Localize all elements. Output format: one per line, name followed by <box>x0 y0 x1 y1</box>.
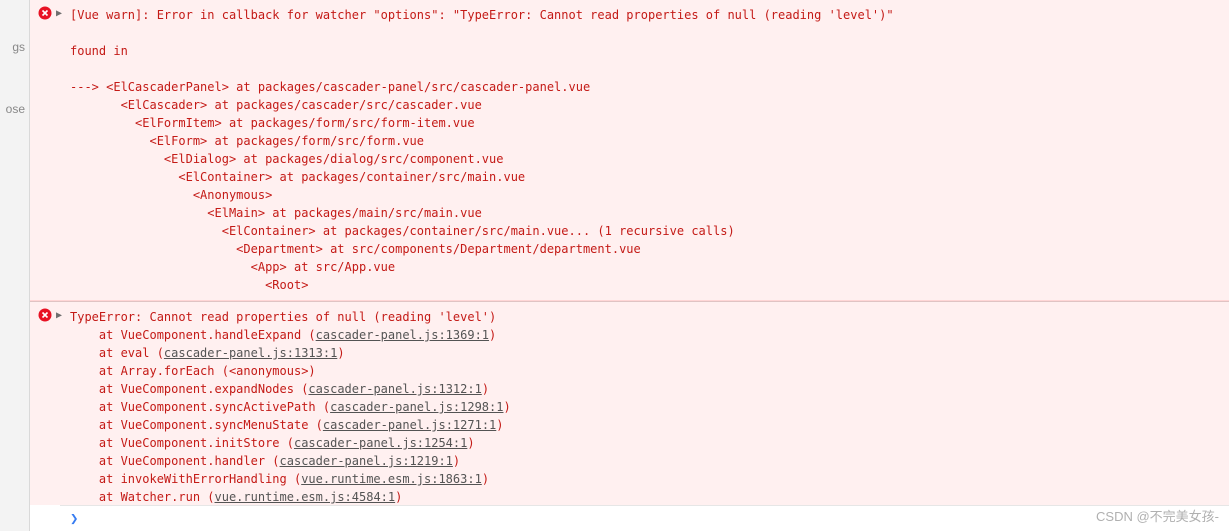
source-link[interactable]: cascader-panel.js:1254:1 <box>294 436 467 450</box>
sidebar-item[interactable]: ose <box>0 100 29 118</box>
stack-frame: at Watcher.run (vue.runtime.esm.js:4584:… <box>70 488 1229 505</box>
stack-frame: at VueComponent.expandNodes (cascader-pa… <box>70 380 1229 398</box>
stack-frame-text: at VueComponent.expandNodes ( <box>70 382 308 396</box>
console-area: ▶ [Vue warn]: Error in callback for watc… <box>30 0 1229 531</box>
stack-frame-suffix: ) <box>482 472 489 486</box>
source-link[interactable]: vue.runtime.esm.js:4584:1 <box>215 490 396 504</box>
stack-frame-suffix: ) <box>503 400 510 414</box>
component-tree: ---> <ElCascaderPanel> at packages/casca… <box>70 78 1229 294</box>
stack-frame-suffix: ) <box>467 436 474 450</box>
error-header-text[interactable]: [Vue warn]: Error in callback for watche… <box>70 6 1229 24</box>
expand-caret-icon[interactable]: ▶ <box>56 310 62 321</box>
stack-frame-text: at invokeWithErrorHandling ( <box>70 472 301 486</box>
stack-frame-suffix: ) <box>337 346 344 360</box>
stack-frame-text: at VueComponent.syncMenuState ( <box>70 418 323 432</box>
source-link[interactable]: cascader-panel.js:1219:1 <box>280 454 453 468</box>
stack-frame-text: at VueComponent.initStore ( <box>70 436 294 450</box>
console-input-row[interactable]: ❯ <box>60 505 1229 531</box>
stack-frame-text: at VueComponent.handleExpand ( <box>70 328 316 342</box>
stack-frame-suffix: ) <box>489 328 496 342</box>
source-link[interactable]: cascader-panel.js:1298:1 <box>330 400 503 414</box>
stack-frame: at Array.forEach (<anonymous>) <box>70 362 1229 380</box>
source-link[interactable]: cascader-panel.js:1369:1 <box>316 328 489 342</box>
stack-frame: at VueComponent.initStore (cascader-pane… <box>70 434 1229 452</box>
source-link[interactable]: cascader-panel.js:1271:1 <box>323 418 496 432</box>
stack-frame-text: at Watcher.run ( <box>70 490 215 504</box>
source-link[interactable]: cascader-panel.js:1312:1 <box>308 382 481 396</box>
source-link[interactable]: cascader-panel.js:1313:1 <box>164 346 337 360</box>
stack-frame-suffix: ) <box>453 454 460 468</box>
stack-frame-text: at Array.forEach (<anonymous>) <box>70 364 316 378</box>
stack-frame-text: at eval ( <box>70 346 164 360</box>
source-link[interactable]: vue.runtime.esm.js:1863:1 <box>301 472 482 486</box>
prompt-icon: ❯ <box>70 511 78 527</box>
stack-frame-text: at VueComponent.syncActivePath ( <box>70 400 330 414</box>
devtools-left-panel: gs ose <box>0 0 30 531</box>
stack-frame-suffix: ) <box>496 418 503 432</box>
stack-frame-suffix: ) <box>482 382 489 396</box>
error-icon <box>38 6 52 20</box>
expand-caret-icon[interactable]: ▶ <box>56 8 62 19</box>
error-header-text[interactable]: TypeError: Cannot read properties of nul… <box>70 308 1229 326</box>
stack-trace: at VueComponent.handleExpand (cascader-p… <box>70 326 1229 505</box>
console-scroll: ▶ [Vue warn]: Error in callback for watc… <box>30 0 1229 505</box>
stack-frame-suffix: ) <box>395 490 402 504</box>
stack-frame-text: at VueComponent.handler ( <box>70 454 280 468</box>
error-found-in-text: found in <box>70 42 1229 60</box>
stack-frame: at invokeWithErrorHandling (vue.runtime.… <box>70 470 1229 488</box>
error-icon <box>38 308 52 322</box>
stack-frame: at VueComponent.handler (cascader-panel.… <box>70 452 1229 470</box>
stack-frame: at VueComponent.syncMenuState (cascader-… <box>70 416 1229 434</box>
stack-frame: at VueComponent.syncActivePath (cascader… <box>70 398 1229 416</box>
stack-frame: at eval (cascader-panel.js:1313:1) <box>70 344 1229 362</box>
sidebar-item[interactable]: gs <box>0 38 29 56</box>
stack-frame: at VueComponent.handleExpand (cascader-p… <box>70 326 1229 344</box>
console-error-message: ▶ TypeError: Cannot read properties of n… <box>30 301 1229 505</box>
console-error-message: ▶ [Vue warn]: Error in callback for watc… <box>30 0 1229 301</box>
